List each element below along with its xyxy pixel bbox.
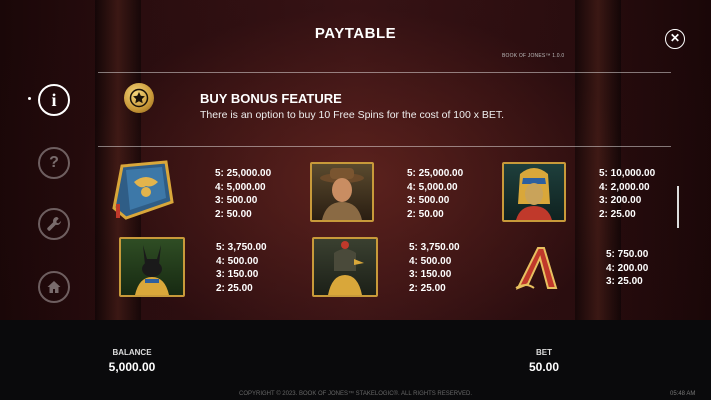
payout-line: 4: 5,000.00: [407, 181, 458, 193]
payout-line: 3: 200.00: [599, 195, 642, 206]
payout-line: 2: 25.00: [409, 282, 446, 294]
divider: [98, 146, 671, 147]
payout-line: 5: 3,750.00: [409, 242, 460, 253]
wrench-icon: [47, 217, 61, 231]
bonus-feature-description: There is an option to buy 10 Free Spins …: [200, 109, 505, 121]
pharaoh-symbol: [502, 162, 566, 222]
payout-line: 5: 10,000.00: [599, 168, 656, 179]
home-icon: [47, 281, 61, 293]
horus-symbol: [312, 237, 378, 297]
balance-value: 5,000.00: [108, 360, 156, 374]
payout-line: 3: 150.00: [409, 269, 452, 280]
explorer-symbol: [310, 162, 374, 222]
version-label: BOOK OF JONES™ 1.0.0: [502, 53, 565, 59]
pharaoh-payouts: 5: 10,000.00 4: 2,000.00 3: 200.00 2: 25…: [599, 167, 655, 221]
active-indicator: [28, 97, 31, 100]
clock: 05:48 AM: [670, 391, 696, 397]
letter-a-payouts: 5: 750.00 4: 200.00 3: 25.00: [606, 248, 648, 289]
payout-line: 3: 25.00: [606, 276, 643, 287]
payout-line: 4: 500.00: [409, 255, 452, 267]
scrollbar[interactable]: [677, 186, 679, 228]
payout-line: 5: 750.00: [606, 249, 649, 260]
anubis-payouts: 5: 3,750.00 4: 500.00 3: 150.00 2: 25.00: [216, 241, 267, 295]
info-button[interactable]: i: [38, 84, 70, 116]
close-button[interactable]: ✕: [665, 29, 685, 49]
help-button[interactable]: ?: [38, 147, 70, 179]
payout-line: 5: 25,000.00: [407, 168, 464, 179]
page-title: PAYTABLE: [314, 25, 397, 42]
payout-line: 2: 25.00: [216, 282, 253, 294]
balance-label: BALANCE: [112, 348, 152, 357]
book-payouts: 5: 25,000.00 4: 5,000.00 3: 500.00 2: 50…: [215, 167, 271, 221]
explorer-payouts: 5: 25,000.00 4: 5,000.00 3: 500.00 2: 50…: [407, 167, 463, 221]
home-button[interactable]: [38, 271, 70, 303]
bonus-feature-title: BUY BONUS FEATURE: [200, 91, 342, 106]
payout-line: 4: 2,000.00: [599, 181, 650, 193]
star-coin-icon: [124, 83, 154, 113]
settings-button[interactable]: [38, 208, 70, 240]
payout-line: 5: 25,000.00: [215, 168, 272, 179]
payout-line: 4: 200.00: [606, 262, 649, 274]
copyright-text: COPYRIGHT © 2023. BOOK OF JONES™ STAKELO…: [238, 391, 472, 397]
book-symbol: [108, 160, 174, 222]
divider: [98, 72, 671, 73]
bet-value: 50.00: [528, 360, 560, 374]
payout-line: 3: 500.00: [407, 195, 450, 206]
anubis-symbol: [119, 237, 185, 297]
letter-a-symbol: [512, 242, 562, 294]
payout-line: 5: 3,750.00: [216, 242, 267, 253]
payout-line: 4: 500.00: [216, 255, 259, 267]
payout-line: 2: 50.00: [215, 208, 252, 220]
payout-line: 2: 50.00: [407, 208, 444, 220]
payout-line: 3: 500.00: [215, 195, 258, 206]
payout-line: 2: 25.00: [599, 208, 636, 220]
payout-line: 4: 5,000.00: [215, 181, 266, 193]
payout-line: 3: 150.00: [216, 269, 259, 280]
bet-label: BET: [536, 348, 552, 357]
close-icon: ✕: [669, 31, 681, 45]
horus-payouts: 5: 3,750.00 4: 500.00 3: 150.00 2: 25.00: [409, 241, 460, 295]
help-icon: ?: [49, 154, 59, 171]
info-icon: i: [51, 89, 57, 110]
